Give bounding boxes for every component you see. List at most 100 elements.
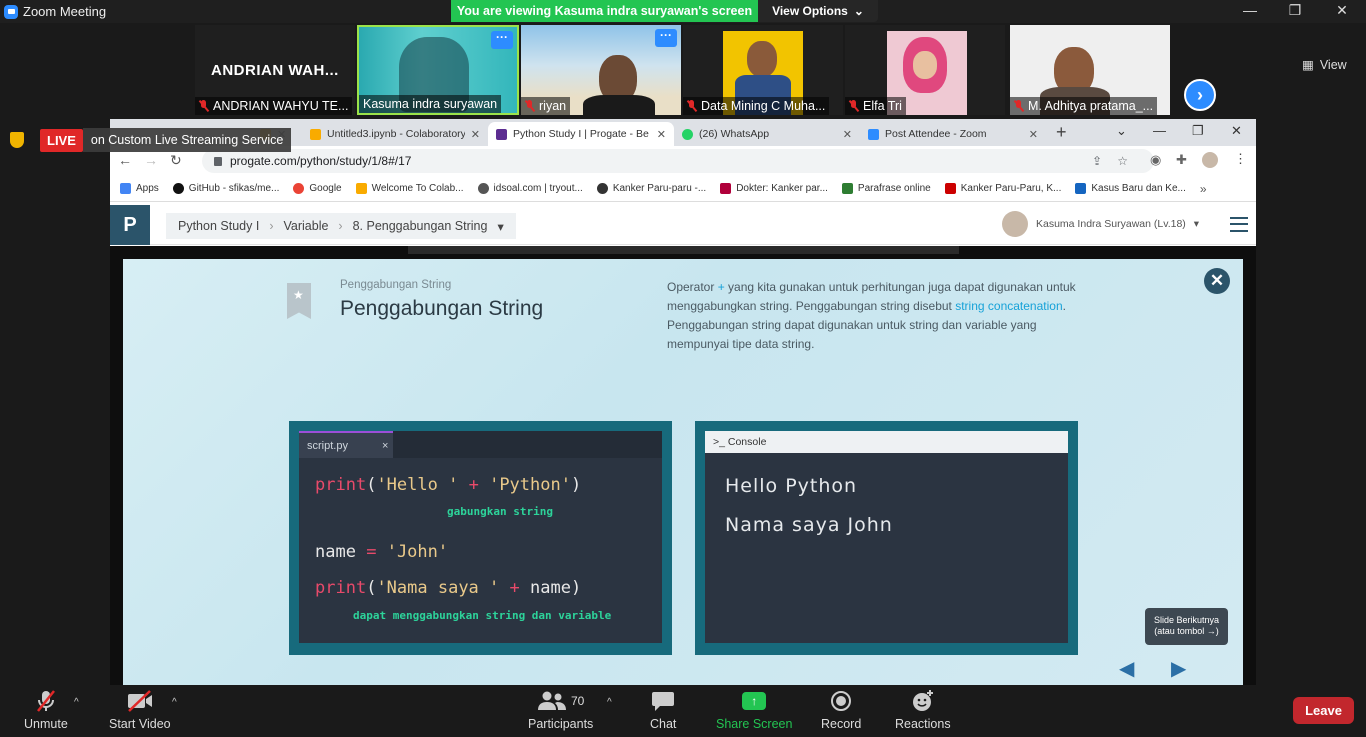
bookmark-kasus[interactable]: Kasus Baru dan Ke... (1075, 183, 1186, 194)
profile-avatar[interactable] (1202, 152, 1218, 168)
tab-close-icon[interactable]: ✕ (657, 128, 666, 141)
tab-title: Post Attendee - Zoom (885, 128, 987, 140)
bookmarks-overflow-icon[interactable]: » (1200, 182, 1207, 196)
participants-button[interactable]: 70 Participants (528, 689, 593, 731)
close-slide-button[interactable]: ✕ (1204, 268, 1230, 294)
breadcrumb-lesson[interactable]: 8. Penggabungan String (353, 219, 488, 233)
prev-slide-button[interactable]: ◀ (1119, 656, 1134, 681)
code-token: + (468, 475, 479, 495)
tab-search-icon[interactable]: ⌄ (1116, 123, 1127, 139)
bookmark-star-icon[interactable]: ★ (287, 283, 311, 319)
live-badge[interactable]: LIVE (40, 128, 83, 152)
tooltip-line: Slide Berikutnya (1153, 615, 1220, 625)
tab-close-icon[interactable]: ✕ (843, 128, 852, 141)
desc-operator: + (717, 280, 725, 294)
bookmark-label: idsoal.com | tryout... (493, 183, 583, 194)
tab-close-icon[interactable]: ✕ (471, 128, 480, 141)
maximize-button[interactable]: ❐ (1285, 2, 1305, 19)
close-window-button[interactable]: ✕ (1332, 2, 1352, 19)
browser-tab-progate[interactable]: Python Study I | Progate - Be ✕ (488, 122, 674, 146)
console-panel: >_ Console Hello Python Nama saya John (695, 421, 1078, 655)
extension-icon[interactable]: ◉ (1150, 152, 1161, 168)
bookmark-label: Kasus Baru dan Ke... (1091, 183, 1186, 194)
slide-top-bar (408, 246, 959, 254)
hamburger-menu-icon[interactable] (1230, 217, 1248, 232)
breadcrumb-chapter[interactable]: Variable (283, 219, 328, 233)
audio-options-caret[interactable]: ^ (74, 697, 79, 708)
mic-muted-icon (1014, 100, 1023, 112)
bookmark-dokter[interactable]: Dokter: Kanker par... (720, 183, 828, 194)
breadcrumb: Python Study I › Variable › 8. Penggabun… (166, 213, 516, 239)
tab-close-icon[interactable]: × (382, 440, 388, 452)
editor-tab-script[interactable]: script.py × (299, 431, 393, 458)
puzzle-icon[interactable]: ✚ (1176, 152, 1187, 168)
tab-close-icon[interactable]: ✕ (1029, 128, 1038, 141)
user-menu[interactable]: Kasuma Indra Suryawan (Lv.18) ▾ (1002, 211, 1199, 237)
shared-screen: ✕ Untitled3.ipynb - Colaboratory ✕ Python… (110, 119, 1256, 685)
unmute-button[interactable]: Unmute (24, 689, 68, 731)
address-bar[interactable]: progate.com/python/study/1/8#/17 ⇪ ☆ (202, 149, 1154, 173)
bookmark-label: Parafrase online (857, 183, 931, 194)
share-screen-button[interactable]: ↑ Share Screen (716, 689, 792, 731)
apps-grid-icon (120, 183, 131, 194)
leave-button[interactable]: Leave (1293, 697, 1354, 724)
share-icon[interactable]: ⇪ (1092, 154, 1102, 168)
site-icon (1075, 183, 1087, 194)
zoom-toolbar: Unmute ^ Start Video ^ 70 Participants ^… (0, 685, 1366, 737)
console-output-line: Nama saya John (725, 514, 893, 536)
forward-icon[interactable]: → (144, 152, 158, 168)
video-tile-elfa[interactable]: Elfa Tri (845, 25, 1005, 115)
reactions-button[interactable]: Reactions (895, 689, 951, 731)
url-text: progate.com/python/study/1/8#/17 (230, 154, 412, 168)
video-tile-data-mining[interactable]: Data Mining C Muha... (683, 25, 843, 115)
participants-options-caret[interactable]: ^ (607, 697, 612, 708)
reload-icon[interactable]: ↻ (170, 152, 182, 169)
bookmark-google[interactable]: Google (293, 183, 342, 194)
bookmark-star-icon[interactable]: ☆ (1117, 154, 1128, 168)
bookmark-apps[interactable]: Apps (120, 183, 159, 194)
view-button[interactable]: ▦ View (1302, 57, 1347, 73)
record-button[interactable]: Record (821, 689, 861, 731)
video-tile-adhitya[interactable]: M. Adhitya pratama_... (1010, 25, 1170, 115)
code-token: 'Hello ' (376, 475, 459, 495)
back-icon[interactable]: ← (118, 152, 132, 168)
video-tile-andrian[interactable]: ANDRIAN WAH... ANDRIAN WAHYU TE... (195, 25, 355, 115)
video-tile-kasuma[interactable]: ··· Kasuma indra suryawan (357, 25, 519, 115)
more-options-button[interactable]: ··· (491, 31, 513, 49)
browser-minimize-button[interactable]: — (1153, 123, 1166, 138)
view-options-button[interactable]: View Options ⌄ (758, 0, 878, 22)
video-tile-riyan[interactable]: ··· riyan (521, 25, 681, 115)
browser-tab-untitled3[interactable]: Untitled3.ipynb - Colaboratory ✕ (302, 122, 488, 146)
participant-body (583, 95, 655, 115)
breadcrumb-course[interactable]: Python Study I (178, 219, 259, 233)
code-token: ( (366, 578, 377, 598)
caret-down-icon[interactable]: ▾ (497, 219, 503, 234)
more-options-button[interactable]: ··· (655, 29, 677, 47)
browser-tab-zoom[interactable]: Post Attendee - Zoom ✕ (860, 122, 1046, 146)
minimize-button[interactable]: — (1240, 2, 1260, 18)
browser-tab-whatsapp[interactable]: (26) WhatsApp ✕ (674, 122, 860, 146)
start-video-button[interactable]: Start Video (109, 689, 171, 731)
progate-logo-icon[interactable]: P (110, 205, 150, 245)
bookmark-cnn[interactable]: Kanker Paru-Paru, K... (944, 183, 1061, 194)
colab-icon (355, 183, 367, 194)
video-options-caret[interactable]: ^ (172, 697, 177, 708)
next-slide-button[interactable]: ▶ (1171, 656, 1186, 681)
mic-muted-icon (199, 100, 208, 112)
browser-maximize-button[interactable]: ❐ (1192, 123, 1204, 139)
bookmark-colab[interactable]: Welcome To Colab... (355, 183, 464, 194)
bookmark-idsoal[interactable]: idsoal.com | tryout... (477, 183, 583, 194)
gallery-next-button[interactable]: › (1184, 79, 1216, 111)
window-title: Zoom Meeting (23, 4, 107, 19)
tab-title: Untitled3.ipynb - Colaboratory (327, 128, 465, 140)
chat-button[interactable]: Chat (650, 689, 676, 731)
bookmark-kanker[interactable]: Kanker Paru-paru -... (596, 183, 706, 194)
browser-close-button[interactable]: ✕ (1231, 123, 1242, 139)
participant-name: M. Adhitya pratama_... (1028, 99, 1154, 113)
new-tab-button[interactable]: + (1056, 122, 1067, 143)
bookmark-parafrase[interactable]: Parafrase online (841, 183, 931, 194)
bookmark-github[interactable]: GitHub - sfikas/me... (172, 183, 279, 194)
browser-menu-icon[interactable]: ⋮ (1234, 151, 1247, 167)
code-line-2: name = 'John' (315, 542, 448, 562)
lesson-slide: ★ Penggabungan String Penggabungan Strin… (123, 259, 1243, 685)
